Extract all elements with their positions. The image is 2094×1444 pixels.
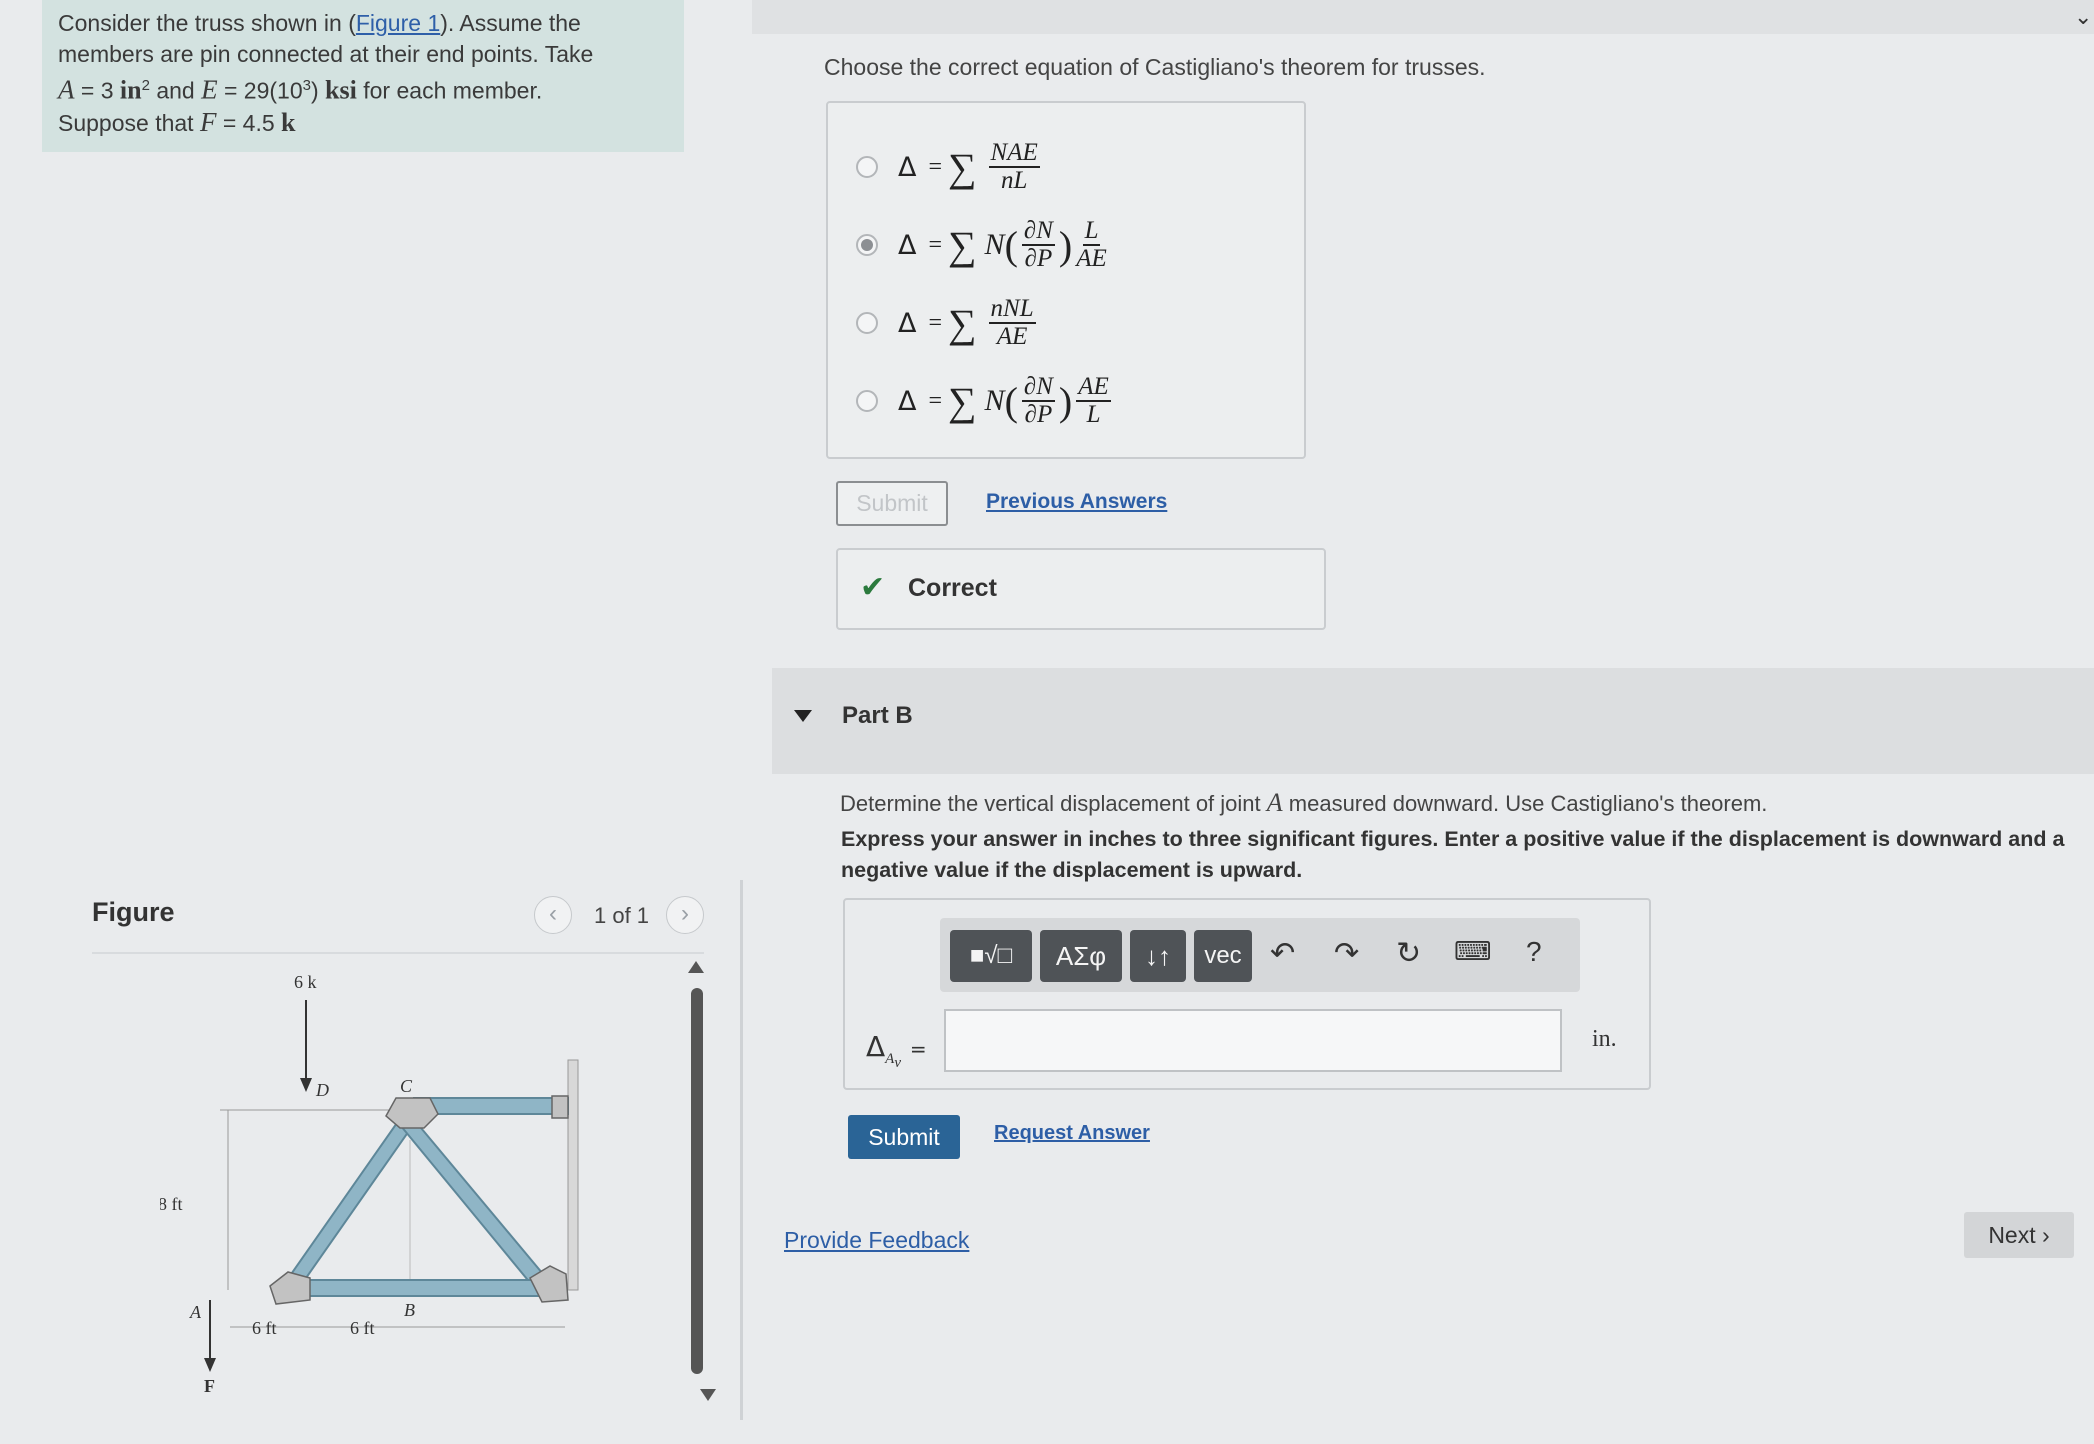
joint-D	[385, 1097, 439, 1129]
label-height: 8 ft	[160, 1194, 183, 1214]
label-A: A	[189, 1302, 202, 1322]
checkmark-icon: ✔	[860, 571, 886, 604]
part-a-question: Choose the correct equation of Castiglia…	[824, 54, 1486, 80]
question-text: measured downward. Use Castigliano's the…	[1282, 791, 1768, 816]
question-text: Determine the vertical displacement of j…	[840, 791, 1267, 816]
reset-icon[interactable]: ↻	[1396, 936, 1421, 971]
chevron-down-icon[interactable]: ⌄	[2074, 4, 2092, 30]
equation: Δ = ∑ N( ∂N ∂P ) L AE	[898, 217, 1107, 272]
keyboard-icon[interactable]: ⌨	[1454, 936, 1492, 967]
radio-button[interactable]	[856, 390, 878, 412]
label-F: F	[204, 1376, 215, 1396]
member-AB	[279, 1279, 545, 1297]
submit-button[interactable]: Submit	[848, 1115, 960, 1159]
var-A: A	[58, 74, 75, 105]
chevron-right-icon[interactable]: ›	[666, 896, 704, 934]
part-b-header[interactable]	[772, 668, 2094, 774]
member-AD	[278, 1108, 420, 1300]
previous-answers-link[interactable]: Previous Answers	[986, 490, 1167, 514]
scrollbar-thumb[interactable]	[691, 988, 703, 1374]
exponent: 2	[141, 77, 150, 94]
label-B: B	[404, 1300, 415, 1320]
radio-button[interactable]	[856, 312, 878, 334]
choice-2[interactable]: Δ = ∑ N( ∂N ∂P ) L AE	[856, 215, 1111, 275]
answer-input[interactable]	[944, 1009, 1562, 1072]
equation: Δ = ∑ N( ∂N ∂P ) AE L	[898, 373, 1111, 428]
problem-text: )	[310, 77, 326, 104]
delta-symbol: Δ	[866, 1030, 886, 1063]
feedback-correct: ✔ Correct	[836, 548, 1326, 630]
caret-down-icon[interactable]	[794, 710, 812, 722]
problem-text: Consider the truss shown in (	[58, 10, 356, 36]
problem-text: = 4.5	[216, 109, 282, 136]
part-b-title[interactable]: Part B	[842, 702, 913, 730]
label-D: D	[315, 1080, 329, 1100]
choice-4[interactable]: Δ = ∑ N( ∂N ∂P ) AE L	[856, 371, 1115, 431]
radio-button[interactable]	[856, 156, 878, 178]
next-label: Next	[1988, 1222, 2036, 1248]
unit-ksi: ksi	[325, 75, 357, 105]
part-b-instructions: Express your answer in inches to three s…	[841, 827, 2065, 882]
equals-sign: =	[909, 1037, 927, 1061]
label-span-right: 6 ft	[350, 1318, 375, 1338]
math-toolbar: ■√□ ΑΣφ ↓↑ vec ↶ ↷ ↻ ⌨ ?	[940, 918, 1580, 992]
problem-text: and	[149, 77, 202, 104]
subscript: A	[885, 1050, 895, 1067]
answer-variable-label: ΔAv =	[866, 1030, 927, 1072]
figure-counter: 1 of 1	[594, 903, 650, 928]
truss-figure: 6 k D C A B 8 ft 6 ft 6 ft F	[160, 972, 579, 1396]
problem-text: = 3	[74, 77, 120, 104]
column-divider	[740, 880, 743, 1420]
scroll-up-icon[interactable]	[688, 961, 704, 973]
load-arrow-head	[204, 1358, 216, 1372]
problem-text: for each member.	[356, 77, 543, 104]
choices-group: Δ = ∑ NAE nL Δ = ∑ N( ∂N ∂P ) L AE Δ = ∑ nNL AE Δ =…	[826, 101, 1306, 459]
problem-text: Suppose that	[58, 109, 200, 136]
figure-title: Figure	[92, 897, 175, 927]
joint-C	[551, 1095, 569, 1119]
unit-in: in	[119, 75, 142, 105]
undo-icon[interactable]: ↶	[1270, 936, 1295, 971]
greek-symbols-button[interactable]: ΑΣφ	[1040, 930, 1122, 982]
part-a-header-band	[752, 0, 2094, 34]
load-arrow-head	[300, 1078, 312, 1092]
member-DB	[394, 1108, 550, 1292]
var-E: E	[201, 74, 218, 105]
problem-text: = 29(10	[217, 77, 303, 104]
subscript: v	[894, 1054, 901, 1071]
chevron-right-icon: ›	[2042, 1222, 2050, 1248]
problem-statement: Consider the truss shown in (Figure 1). …	[42, 0, 684, 152]
unit-label: in.	[1592, 1026, 1617, 1052]
wall-support	[567, 1059, 579, 1291]
help-icon[interactable]: ?	[1526, 936, 1542, 968]
next-button[interactable]: Next ›	[1964, 1212, 2074, 1258]
figure-link[interactable]: Figure 1	[356, 10, 440, 36]
chevron-left-icon[interactable]: ‹	[534, 896, 572, 934]
var-A: A	[1266, 788, 1283, 817]
templates-button[interactable]: ■√□	[950, 930, 1032, 982]
choice-1[interactable]: Δ = ∑ NAE nL	[856, 137, 1044, 197]
redo-icon[interactable]: ↷	[1334, 936, 1359, 971]
divider	[92, 952, 704, 954]
submit-button-disabled[interactable]: Submit	[836, 481, 948, 526]
label-C: C	[400, 1076, 413, 1096]
exponent: 3	[302, 77, 311, 94]
choice-3[interactable]: Δ = ∑ nNL AE	[856, 293, 1040, 353]
label-span-left: 6 ft	[252, 1318, 277, 1338]
equation: Δ = ∑ NAE nL	[898, 139, 1040, 194]
part-b-question: Determine the vertical displacement of j…	[840, 788, 1767, 818]
var-F: F	[199, 106, 217, 137]
joint-A	[269, 1271, 311, 1305]
scroll-down-icon[interactable]	[700, 1389, 716, 1401]
request-answer-link[interactable]: Request Answer	[994, 1122, 1150, 1145]
subscript-superscript-button[interactable]: ↓↑	[1130, 930, 1186, 982]
label-6k: 6 k	[294, 972, 317, 992]
vector-button[interactable]: vec	[1194, 930, 1252, 982]
provide-feedback-link[interactable]: Provide Feedback	[784, 1227, 969, 1254]
equation: Δ = ∑ nNL AE	[898, 295, 1036, 350]
unit-k: k	[281, 107, 296, 137]
radio-button-selected[interactable]	[856, 234, 878, 256]
correct-label: Correct	[908, 574, 997, 602]
